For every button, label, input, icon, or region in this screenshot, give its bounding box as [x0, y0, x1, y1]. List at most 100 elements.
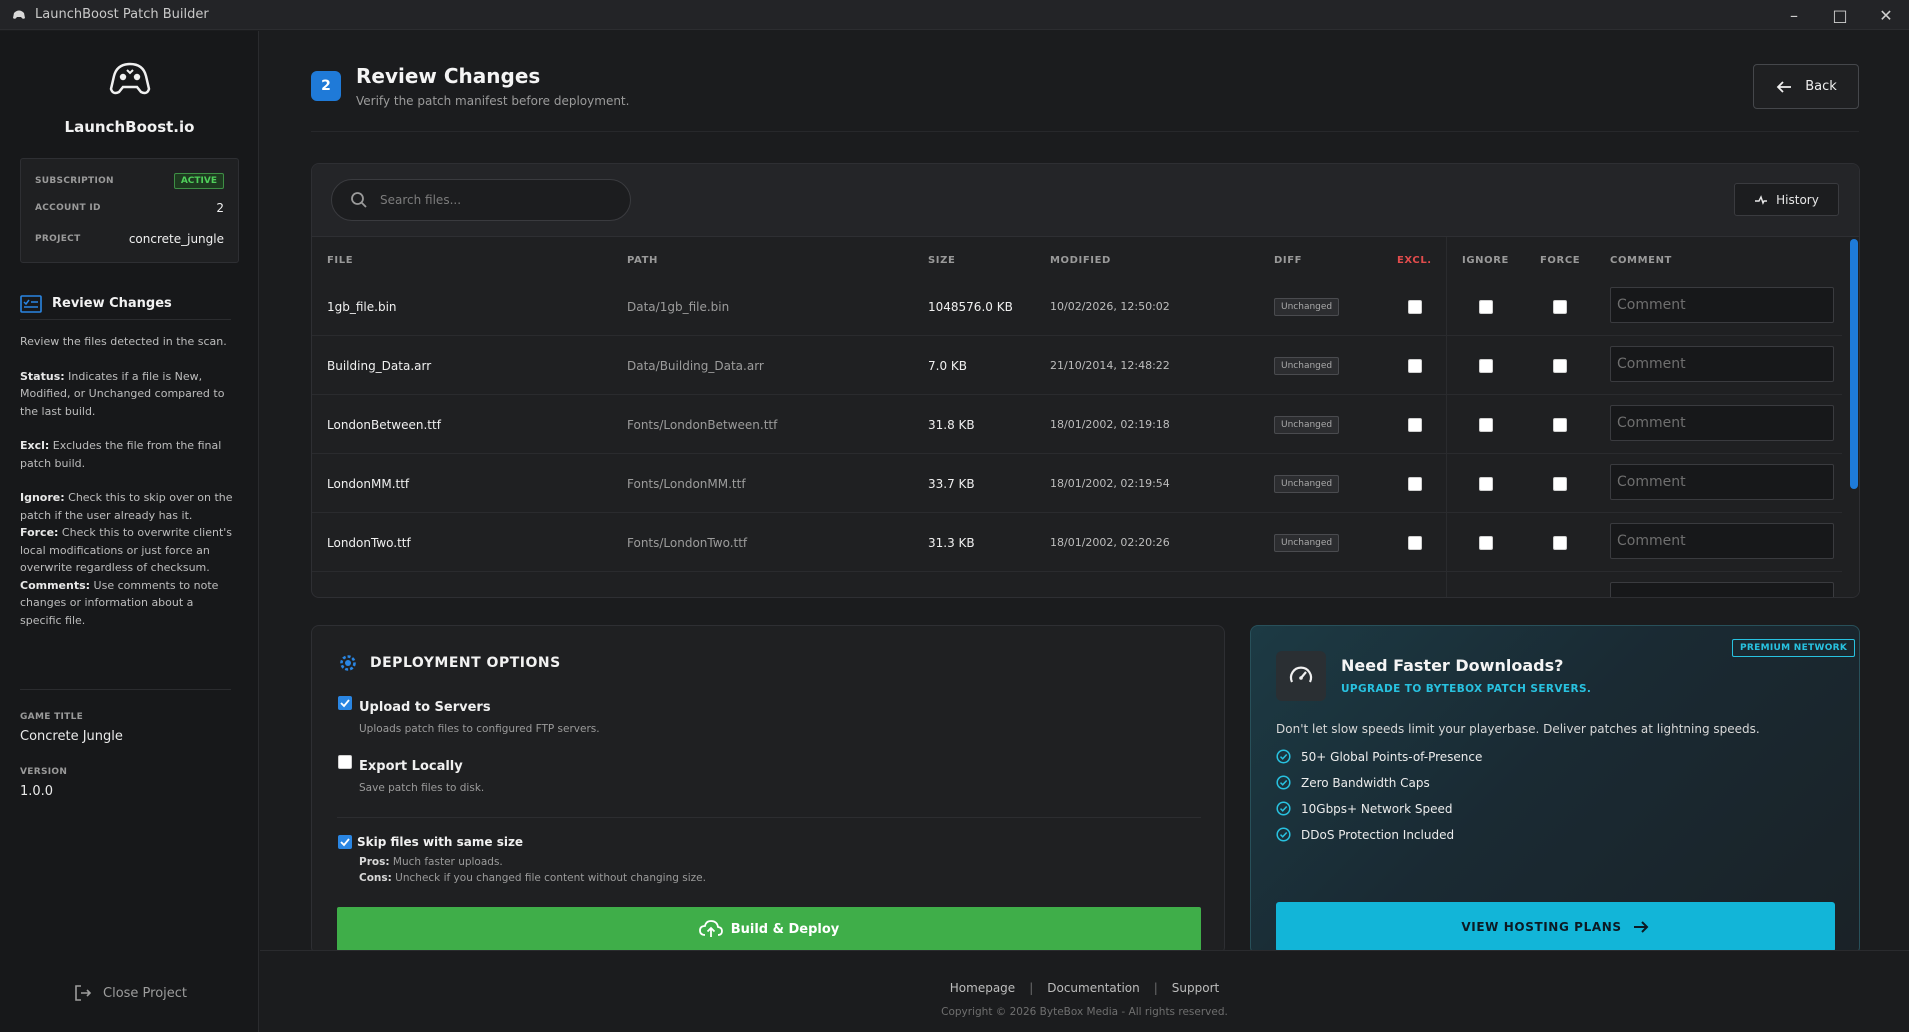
upload-checkbox[interactable] [338, 696, 352, 710]
diff-badge: Unchanged [1274, 356, 1340, 375]
force-checkbox[interactable] [1553, 417, 1567, 432]
speed-gauge-icon [1289, 666, 1313, 683]
comment-input[interactable]: Comment [1610, 287, 1834, 323]
ignore-checkbox[interactable] [1479, 358, 1493, 373]
help-ignore: Ignore: Check this to skip over on the p… [20, 491, 233, 522]
excl-checkbox[interactable] [1408, 299, 1422, 314]
ignore-checkbox[interactable] [1479, 299, 1493, 314]
skip-cons: Cons: Uncheck if you changed file conten… [359, 872, 706, 884]
footer-link-homepage[interactable]: Homepage [950, 981, 1015, 995]
history-label: History [1776, 192, 1819, 207]
excl-checkbox[interactable] [1408, 535, 1422, 550]
build-deploy-button[interactable]: Build & Deploy [337, 907, 1201, 951]
table-row: LondonMM.ttf Fonts/LondonMM.ttf 33.7 KB … [312, 454, 1842, 513]
help-comments: Comments: Use comments to note changes o… [20, 578, 219, 627]
excl-checkbox[interactable] [1408, 358, 1422, 373]
history-button[interactable]: History [1734, 183, 1839, 216]
file-size: 1048576.0 KB [928, 299, 1013, 314]
arrow-right-icon [1633, 921, 1649, 933]
back-button[interactable]: Back [1753, 64, 1859, 109]
sidebar-item-review-changes[interactable]: Review Changes [20, 288, 231, 320]
file-name: LondonTwo.ttf [327, 535, 411, 550]
view-hosting-plans-label: VIEW HOSTING PLANS [1461, 920, 1622, 934]
cloud-upload-icon [698, 920, 723, 937]
close-window-button[interactable]: ✕ [1863, 0, 1909, 30]
search-icon [351, 192, 367, 208]
project-value: concrete_jungle [128, 232, 224, 246]
speedometer-icon [1276, 651, 1326, 701]
file-name: LondonBetween.ttf [327, 417, 441, 432]
header-divider [311, 131, 1859, 132]
account-id-value: 2 [216, 201, 224, 215]
search-box[interactable] [331, 179, 631, 221]
view-hosting-plans-button[interactable]: VIEW HOSTING PLANS [1276, 902, 1835, 952]
sidebar: LaunchBoost.io SUBSCRIPTION ACTIVE ACCOU… [0, 31, 259, 1032]
file-name: LondonMM.ttf [327, 476, 410, 491]
comment-input[interactable]: Comment [1610, 346, 1834, 382]
maximize-button[interactable]: □ [1817, 0, 1863, 30]
version-value: 1.0.0 [20, 784, 54, 799]
subscription-card: SUBSCRIPTION ACTIVE ACCOUNT ID 2 PROJECT… [20, 158, 239, 263]
account-id-label: ACCOUNT ID [35, 203, 101, 213]
back-label: Back [1805, 79, 1837, 94]
footer-link-documentation[interactable]: Documentation [1047, 981, 1140, 995]
file-modified: 10/02/2026, 12:50:02 [1050, 300, 1170, 313]
file-modified: 18/01/2002, 02:19:54 [1050, 477, 1170, 490]
minimize-button[interactable]: – [1771, 0, 1817, 30]
search-input[interactable] [380, 193, 600, 207]
comment-input[interactable]: Comment [1610, 405, 1834, 441]
diff-badge: Unchanged [1274, 533, 1340, 552]
check-circle-icon [1276, 801, 1291, 816]
table-row: LondonBetween.ttf Fonts/LondonBetween.tt… [312, 395, 1842, 454]
version-label: VERSION [20, 767, 68, 777]
game-title-value: Concrete Jungle [20, 729, 123, 744]
ignore-checkbox[interactable] [1479, 417, 1493, 432]
force-checkbox[interactable] [1553, 476, 1567, 491]
file-path: Data/Building_Data.arr [627, 358, 764, 373]
check-circle-icon [1276, 775, 1291, 790]
divider [337, 817, 1201, 818]
app-icon [13, 10, 25, 19]
col-header-file: FILE [327, 255, 354, 266]
skip-same-size-checkbox[interactable] [338, 835, 352, 849]
check-circle-icon [1276, 749, 1291, 764]
skip-pros: Pros: Much faster uploads. [359, 856, 503, 868]
check-icon [340, 699, 350, 708]
check-icon [340, 838, 350, 847]
ignore-checkbox[interactable] [1479, 476, 1493, 491]
game-title-label: GAME TITLE [20, 712, 84, 722]
file-path: Fonts/LondonMM.ttf [627, 476, 746, 491]
table-scrollbar-thumb[interactable] [1850, 239, 1858, 489]
excl-checkbox[interactable] [1408, 476, 1422, 491]
diff-badge: Unchanged [1274, 415, 1340, 434]
feature-item: Zero Bandwidth Caps [1276, 775, 1430, 790]
feature-label: DDoS Protection Included [1301, 827, 1455, 842]
comment-input[interactable]: Comment [1610, 523, 1834, 559]
feature-item: 10Gbps+ Network Speed [1276, 801, 1452, 816]
close-project-label: Close Project [103, 985, 188, 1001]
excl-checkbox[interactable] [1408, 417, 1422, 432]
comment-input[interactable] [1610, 582, 1834, 597]
file-size: 7.0 KB [928, 358, 967, 373]
page-subtitle: Verify the patch manifest before deploym… [356, 94, 630, 108]
force-checkbox[interactable] [1553, 535, 1567, 550]
table-row: LondonTwo.ttf Fonts/LondonTwo.ttf 31.3 K… [312, 513, 1842, 572]
ignore-checkbox[interactable] [1479, 535, 1493, 550]
table-row: 1gb_file.bin Data/1gb_file.bin 1048576.0… [312, 277, 1842, 336]
file-name: 1gb_file.bin [327, 299, 397, 314]
force-checkbox[interactable] [1553, 358, 1567, 373]
close-project-button[interactable]: Close Project [73, 983, 187, 1003]
force-checkbox[interactable] [1553, 299, 1567, 314]
col-header-ignore: IGNORE [1462, 255, 1509, 266]
promo-description: Don't let slow speeds limit your playerb… [1276, 722, 1760, 736]
comment-input[interactable]: Comment [1610, 464, 1834, 500]
step-badge: 2 [311, 71, 341, 101]
export-checkbox[interactable] [338, 755, 352, 769]
export-desc: Save patch files to disk. [359, 782, 485, 794]
feature-label: 50+ Global Points-of-Presence [1301, 749, 1483, 764]
build-deploy-label: Build & Deploy [730, 921, 840, 937]
help-intro: Review the files detected in the scan. [20, 335, 227, 348]
footer-link-support[interactable]: Support [1172, 981, 1219, 995]
file-modified: 18/01/2002, 02:19:18 [1050, 418, 1170, 431]
feature-label: Zero Bandwidth Caps [1301, 775, 1430, 790]
